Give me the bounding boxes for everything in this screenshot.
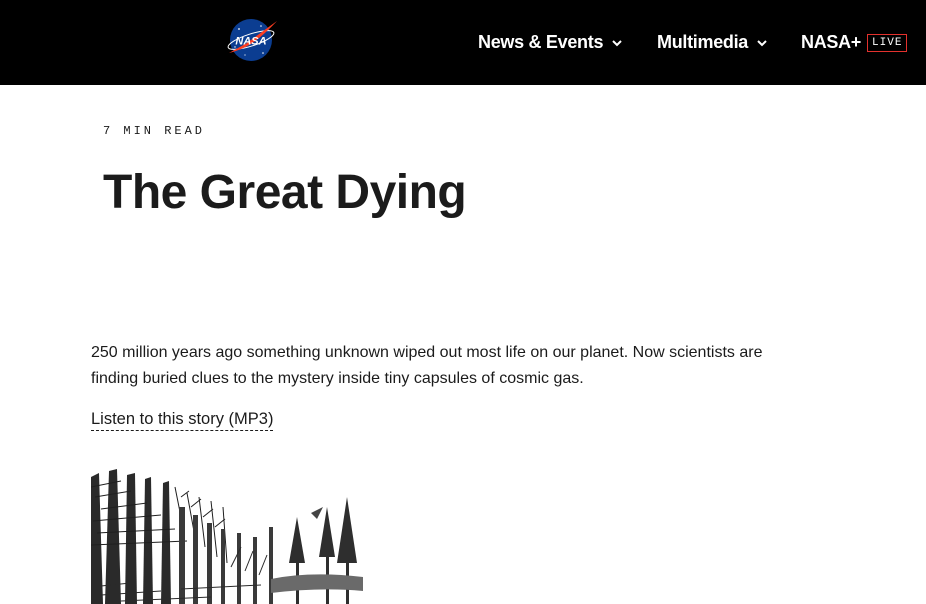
page-title: The Great Dying <box>103 166 467 219</box>
forest-illustration <box>91 467 363 604</box>
nav-news-events-label: News & Events <box>478 32 604 52</box>
article-lead: 250 million years ago something unknown … <box>91 344 763 387</box>
chevron-down-icon <box>612 39 622 46</box>
nav-news-events[interactable]: News & Events <box>478 0 624 85</box>
nasa-logo[interactable]: NASA <box>225 17 279 63</box>
nav-multimedia[interactable]: Multimedia <box>657 0 769 85</box>
nasa-meatball-icon: NASA <box>227 19 277 61</box>
forest-illustration-image <box>91 467 363 604</box>
nav-nasa-plus[interactable]: NASA+ LIVE <box>801 0 908 85</box>
live-badge: LIVE <box>867 33 908 52</box>
nav-multimedia-label: Multimedia <box>657 32 749 52</box>
logo-wordmark: NASA <box>235 36 266 48</box>
listen-mp3-link[interactable]: Listen to this story (MP3) <box>91 410 274 431</box>
nav-nasa-plus-label: NASA+ <box>801 32 862 52</box>
read-time: 7 MIN READ <box>103 124 206 138</box>
chevron-down-icon <box>757 39 767 46</box>
site-header: NASA News & Events Multimedia NASA+ LIVE <box>0 0 926 85</box>
